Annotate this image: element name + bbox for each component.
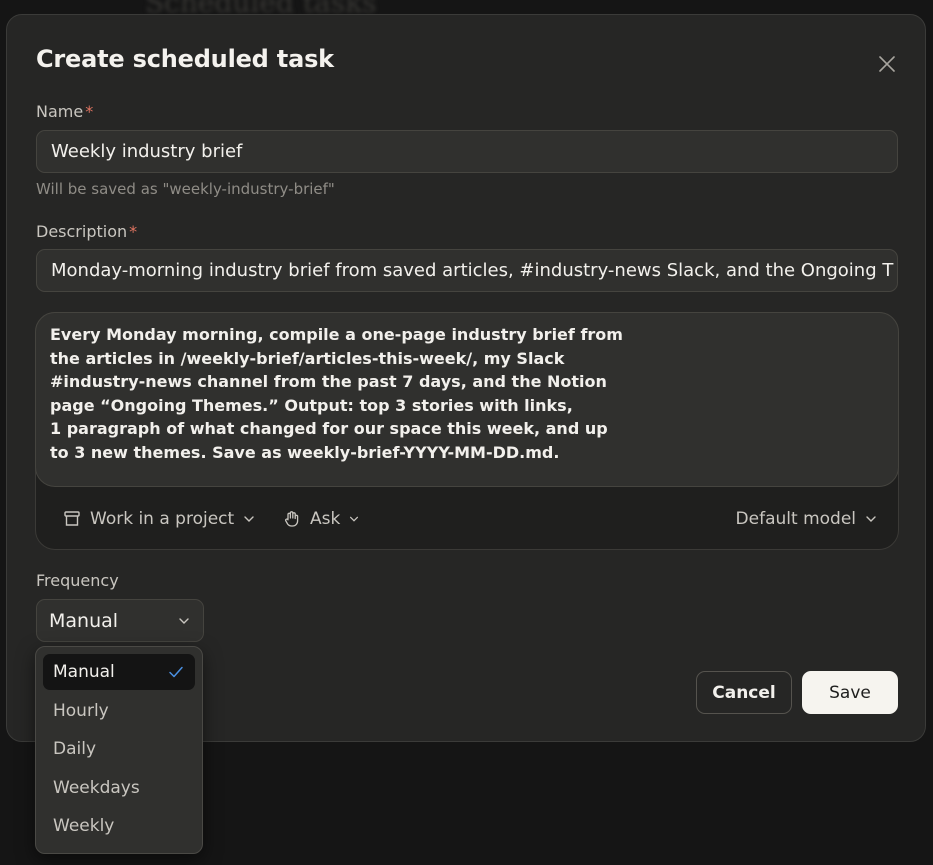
create-task-modal: Create scheduled task Name * Weekly indus… [6, 14, 926, 742]
name-hint: Will be saved as "weekly-industry-brief" [36, 180, 335, 198]
frequency-dropdown-menu: Manual Hourly Daily Weekdays Weekly [35, 646, 203, 854]
frequency-option-hourly[interactable]: Hourly [43, 693, 195, 729]
save-button[interactable]: Save [802, 671, 898, 714]
project-selector[interactable]: Work in a project [62, 504, 256, 534]
prompt-toolbar: Work in a project Ask Default model [36, 504, 898, 534]
chevron-down-icon [866, 516, 876, 522]
frequency-option-daily[interactable]: Daily [43, 731, 195, 767]
name-label: Name * [36, 102, 93, 121]
chevron-down-icon [179, 617, 189, 624]
frequency-selected-value: Manual [49, 609, 119, 632]
model-selector[interactable]: Default model [736, 504, 878, 534]
model-selector-label: Default model [735, 509, 856, 529]
prompt-line: 1 paragraph of what changed for our spac… [50, 419, 608, 438]
frequency-option-manual[interactable]: Manual [43, 654, 195, 690]
frequency-option-label: Hourly [53, 700, 109, 721]
frequency-option-label: Weekly [53, 816, 115, 836]
prompt-line: to 3 new themes. Save as weekly-brief-YY… [50, 442, 560, 462]
description-label: Description * [36, 222, 137, 241]
prompt-textarea[interactable]: Every Monday morning, compile a one-page… [35, 312, 899, 487]
project-box-icon [64, 511, 80, 526]
prompt-line: #industry-news channel from the past 7 d… [50, 372, 607, 391]
prompt-line: page “Ongoing Themes.” Output: top 3 sto… [50, 395, 573, 415]
frequency-option-label: Weekdays [53, 777, 140, 798]
name-label-text: Name [36, 102, 84, 121]
description-input[interactable]: Monday-morning industry brief from saved… [36, 249, 898, 292]
chevron-down-icon [350, 516, 359, 522]
project-selector-label: Work in a project [90, 509, 235, 529]
frequency-option-label: Manual [53, 662, 115, 682]
modal-title: Create scheduled task [36, 45, 334, 73]
hand-icon [285, 511, 299, 527]
name-input[interactable]: Weekly industry brief [36, 130, 898, 173]
required-marker: * [129, 222, 138, 241]
frequency-option-weekdays[interactable]: Weekdays [43, 770, 195, 806]
description-label-text: Description [36, 222, 128, 241]
mode-selector[interactable]: Ask [282, 504, 360, 534]
prompt-line: Every Monday morning, compile a one-page… [50, 325, 623, 344]
prompt-line: the articles in /weekly-brief/articles-t… [50, 348, 565, 368]
chevron-down-icon [244, 516, 254, 522]
frequency-option-label: Daily [53, 739, 97, 759]
mode-selector-label: Ask [310, 509, 341, 529]
frequency-option-weekly[interactable]: Weekly [43, 808, 195, 844]
frequency-label: Frequency [36, 571, 119, 590]
close-icon [879, 56, 895, 72]
close-button[interactable] [875, 52, 899, 76]
frequency-select[interactable]: Manual [36, 599, 204, 642]
prompt-box: Every Monday morning, compile a one-page… [35, 312, 899, 550]
cancel-button[interactable]: Cancel [696, 671, 792, 714]
checkmark-icon [169, 666, 183, 678]
required-marker: * [85, 102, 94, 121]
